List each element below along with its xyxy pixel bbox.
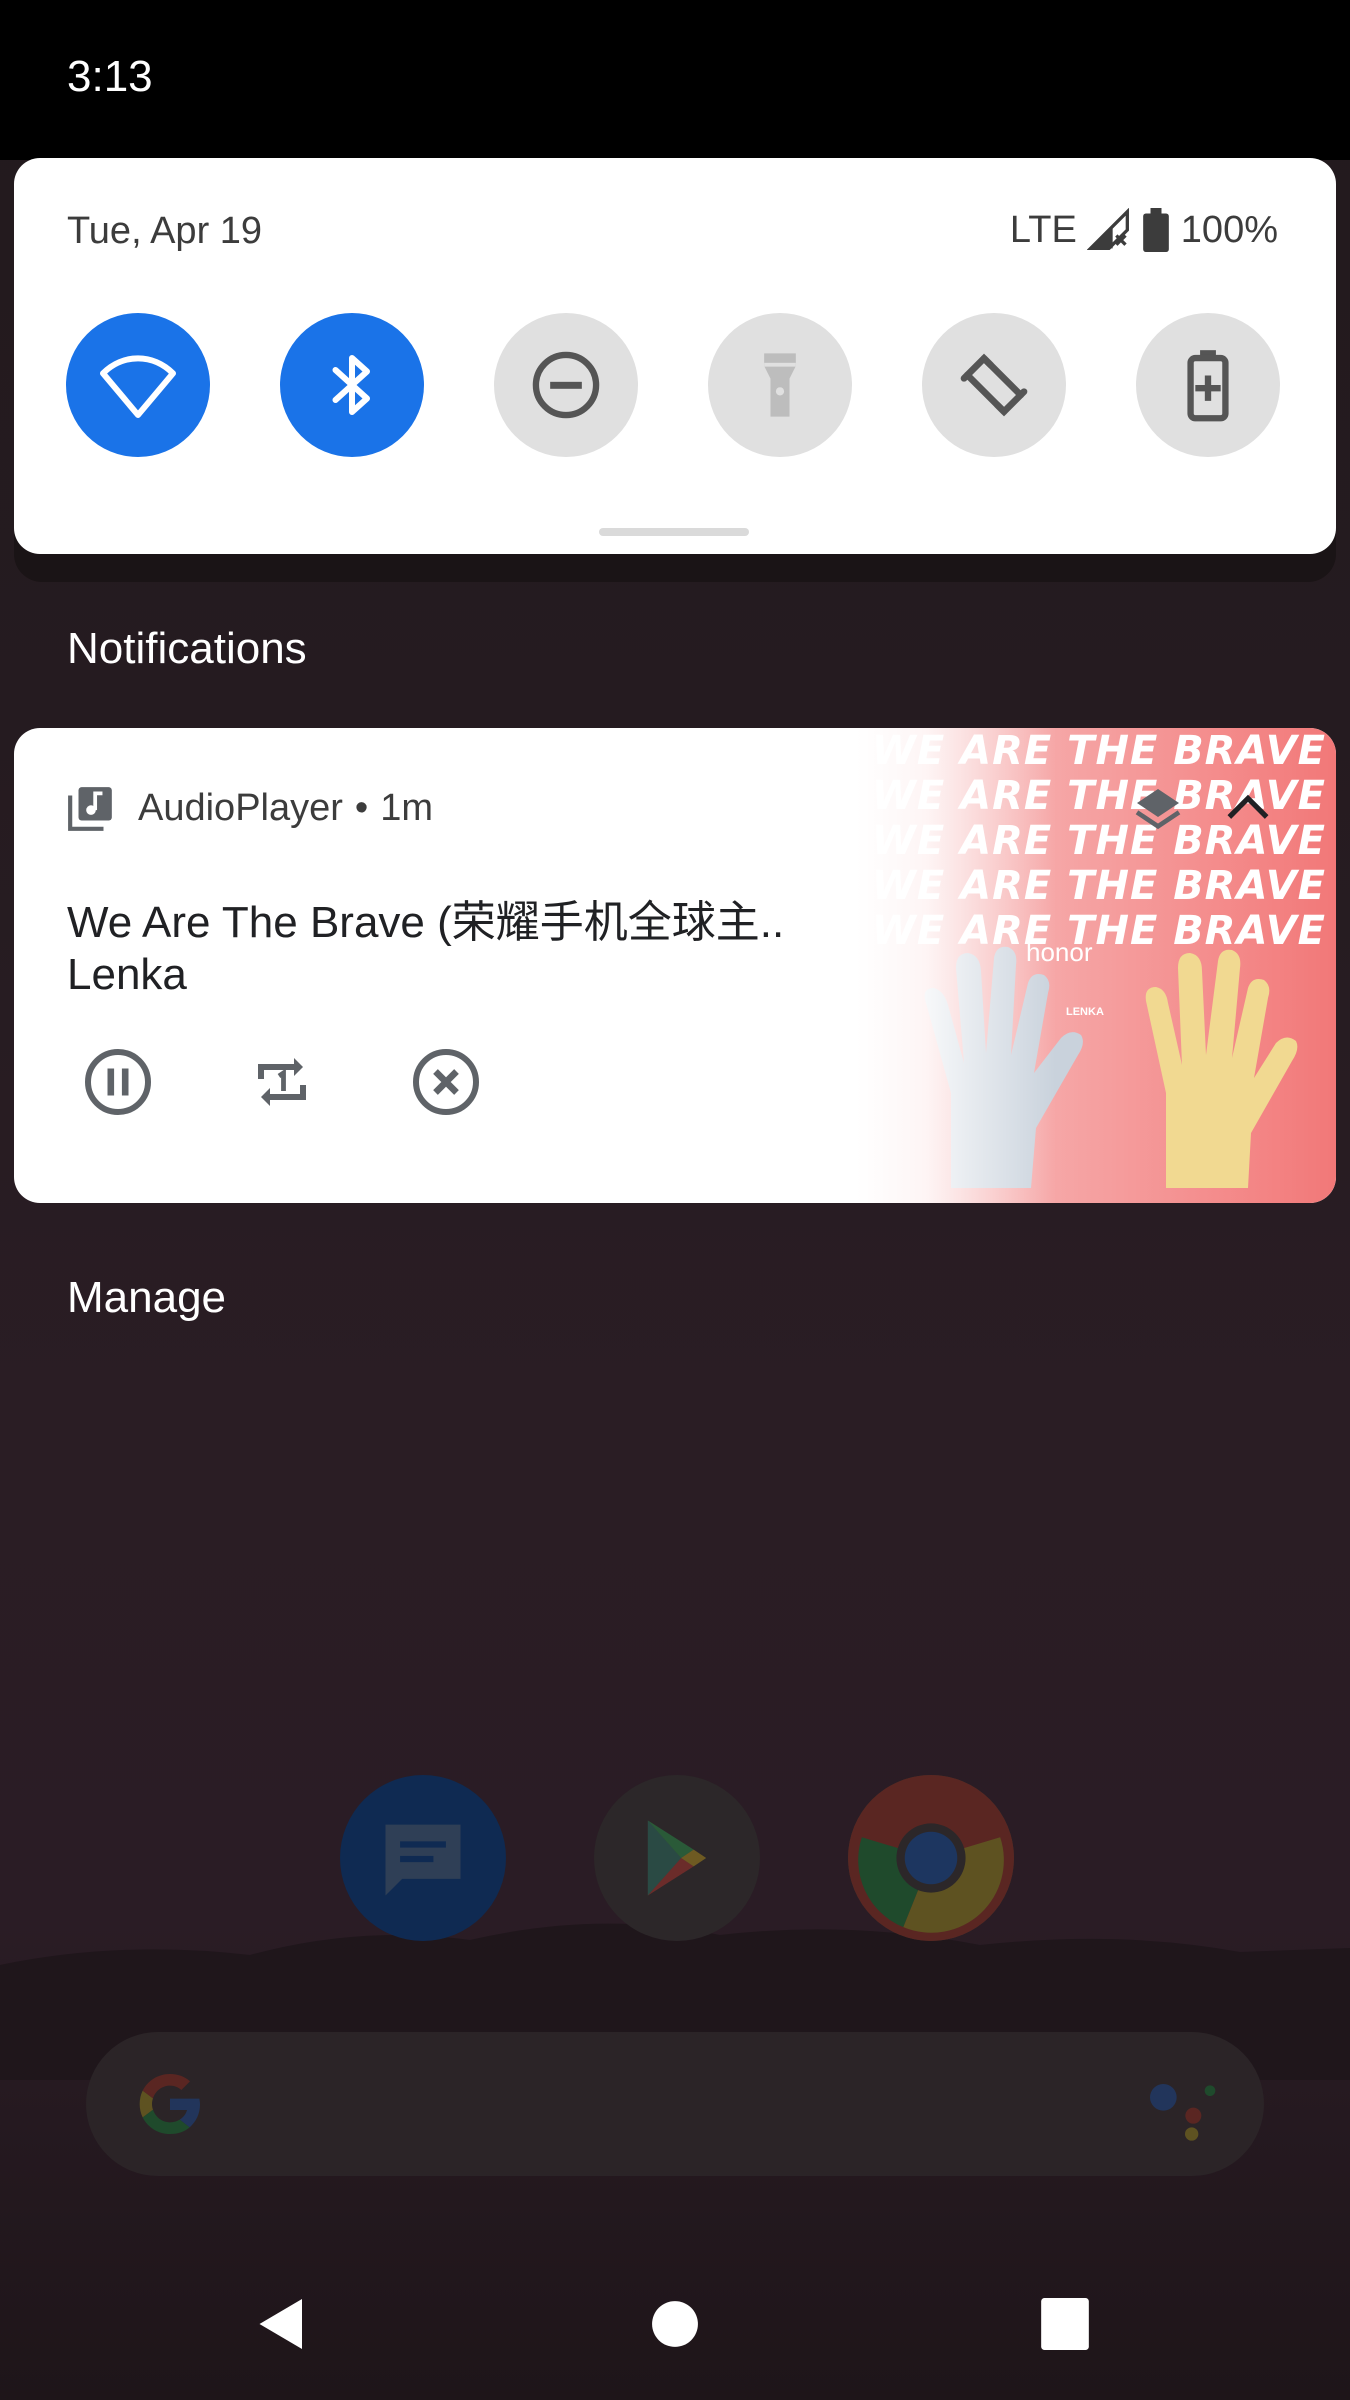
- chrome-app-icon[interactable]: [848, 1775, 1014, 1941]
- home-dock: [340, 1775, 1014, 1941]
- flashlight-tile[interactable]: [708, 313, 852, 457]
- play-store-icon: [647, 1820, 707, 1896]
- separator-dot: •: [354, 786, 369, 829]
- music-library-icon: [68, 787, 112, 831]
- collapse-chevron-icon[interactable]: [1220, 782, 1276, 838]
- play-store-app-icon[interactable]: [594, 1775, 760, 1941]
- close-button[interactable]: [410, 1046, 482, 1118]
- close-icon: [413, 1049, 479, 1115]
- app-name: AudioPlayer: [138, 786, 343, 829]
- song-title: We Are The Brave (荣耀手机全球主..: [67, 898, 785, 947]
- pause-button[interactable]: [82, 1046, 154, 1118]
- messages-app-icon[interactable]: [340, 1775, 506, 1941]
- song-artist: Lenka: [67, 950, 187, 999]
- battery-saver-tile[interactable]: [1136, 313, 1280, 457]
- wifi-icon: [100, 355, 176, 418]
- network-label: LTE: [1009, 208, 1077, 251]
- flashlight-icon: [764, 353, 796, 417]
- notification-time: 1m: [380, 786, 434, 829]
- battery-icon: [1142, 208, 1169, 252]
- signal-icon: [1086, 208, 1129, 250]
- notification-app-row: AudioPlayer • 1m: [66, 783, 433, 833]
- auto-rotate-tile[interactable]: [922, 313, 1066, 457]
- repeat-one-button[interactable]: [246, 1046, 318, 1118]
- manage-button[interactable]: Manage: [67, 1273, 226, 1323]
- google-assistant-icon[interactable]: [1140, 2064, 1220, 2144]
- message-bubble-icon: [385, 1824, 461, 1896]
- battery-percent: 100%: [1180, 208, 1278, 251]
- do-not-disturb-icon: [532, 351, 600, 419]
- bluetooth-tile[interactable]: [280, 313, 424, 457]
- wifi-tile[interactable]: [66, 313, 210, 457]
- do-not-disturb-tile[interactable]: [494, 313, 638, 457]
- recents-button[interactable]: [1039, 2292, 1091, 2356]
- repeat-one-icon: [258, 1058, 306, 1106]
- auto-rotate-icon: [960, 353, 1028, 417]
- bluetooth-icon: [332, 355, 370, 415]
- quick-settings-panel: Tue, Apr 19 LTE 100%: [14, 158, 1336, 554]
- pause-icon: [85, 1049, 151, 1115]
- status-time: 3:13: [67, 52, 153, 101]
- qs-drag-handle[interactable]: [599, 528, 749, 536]
- layers-icon[interactable]: [1130, 782, 1186, 838]
- home-button[interactable]: [650, 2292, 700, 2356]
- qs-date[interactable]: Tue, Apr 19: [67, 210, 262, 253]
- notification-top-icons: [1130, 782, 1276, 838]
- album-art-artist: LENKA: [1066, 1006, 1104, 1018]
- media-notification[interactable]: WE ARE THE BRAVE WE ARE THE BRAVE WE ARE…: [14, 728, 1336, 1203]
- battery-saver-icon: [1187, 350, 1229, 422]
- qs-status-icons: LTE 100%: [1010, 208, 1278, 252]
- notifications-header: Notifications: [67, 624, 307, 673]
- status-bar: 3:13: [0, 0, 1350, 160]
- google-search-bar[interactable]: [86, 2032, 1264, 2176]
- chrome-icon: [848, 1775, 1014, 1941]
- media-controls: [82, 1046, 482, 1118]
- back-button[interactable]: [252, 2292, 312, 2356]
- quick-settings-tiles: [66, 313, 1280, 457]
- album-art-fade: [856, 728, 1056, 1203]
- navigation-bar: [0, 2240, 1350, 2400]
- google-g-icon: [139, 2074, 200, 2134]
